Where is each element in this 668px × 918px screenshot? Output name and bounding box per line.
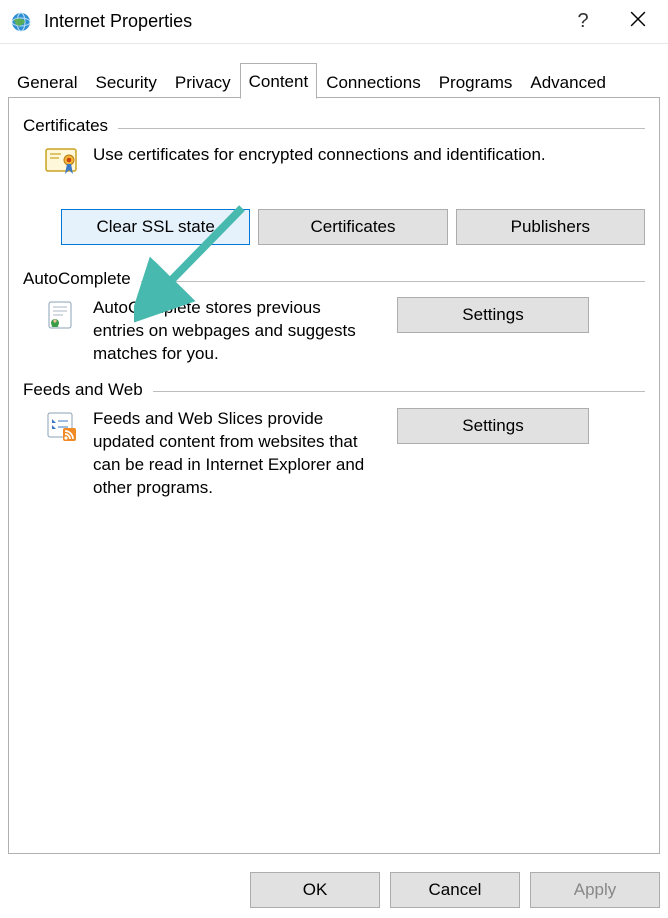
autocomplete-group: AutoComplete AutoComplete stores previou…	[23, 269, 645, 366]
apply-button[interactable]: Apply	[530, 872, 660, 908]
tab-content[interactable]: Content	[240, 63, 318, 99]
tab-advanced[interactable]: Advanced	[521, 66, 615, 99]
autocomplete-description: AutoComplete stores previous entries on …	[93, 297, 383, 366]
internet-options-icon	[10, 11, 32, 33]
tab-security[interactable]: Security	[86, 66, 165, 99]
feeds-group-rule	[153, 391, 645, 392]
feeds-group: Feeds and Web Feeds and Web Slices	[23, 380, 645, 500]
certificates-group: Certificates Use certificates for encryp…	[23, 116, 645, 245]
certificates-description: Use certificates for encrypted connectio…	[93, 144, 645, 181]
autocomplete-icon	[45, 297, 79, 366]
autocomplete-group-title: AutoComplete	[23, 269, 131, 289]
feeds-icon	[45, 408, 79, 500]
autocomplete-settings-button[interactable]: Settings	[397, 297, 589, 333]
help-button[interactable]: ?	[558, 10, 608, 33]
publishers-button[interactable]: Publishers	[456, 209, 645, 245]
tab-programs[interactable]: Programs	[430, 66, 522, 99]
content-tab-panel: Certificates Use certificates for encryp…	[8, 98, 660, 854]
clear-ssl-button[interactable]: Clear SSL state	[61, 209, 250, 245]
cancel-button[interactable]: Cancel	[390, 872, 520, 908]
certificate-icon	[45, 144, 79, 181]
close-button[interactable]	[608, 11, 668, 32]
certificates-group-title: Certificates	[23, 116, 108, 136]
feeds-settings-button[interactable]: Settings	[397, 408, 589, 444]
tab-strip: General Security Privacy Content Connect…	[0, 58, 668, 98]
window-title: Internet Properties	[44, 11, 192, 32]
feeds-description: Feeds and Web Slices provide updated con…	[93, 408, 383, 500]
tab-privacy[interactable]: Privacy	[166, 66, 240, 99]
autocomplete-group-rule	[141, 281, 645, 282]
title-bar: Internet Properties ?	[0, 0, 668, 44]
dialog-action-row: OK Cancel Apply	[250, 872, 660, 908]
tab-connections[interactable]: Connections	[317, 66, 430, 99]
certificates-group-rule	[118, 128, 645, 129]
ok-button[interactable]: OK	[250, 872, 380, 908]
certificates-button[interactable]: Certificates	[258, 209, 447, 245]
tab-general[interactable]: General	[8, 66, 86, 99]
feeds-group-title: Feeds and Web	[23, 380, 143, 400]
